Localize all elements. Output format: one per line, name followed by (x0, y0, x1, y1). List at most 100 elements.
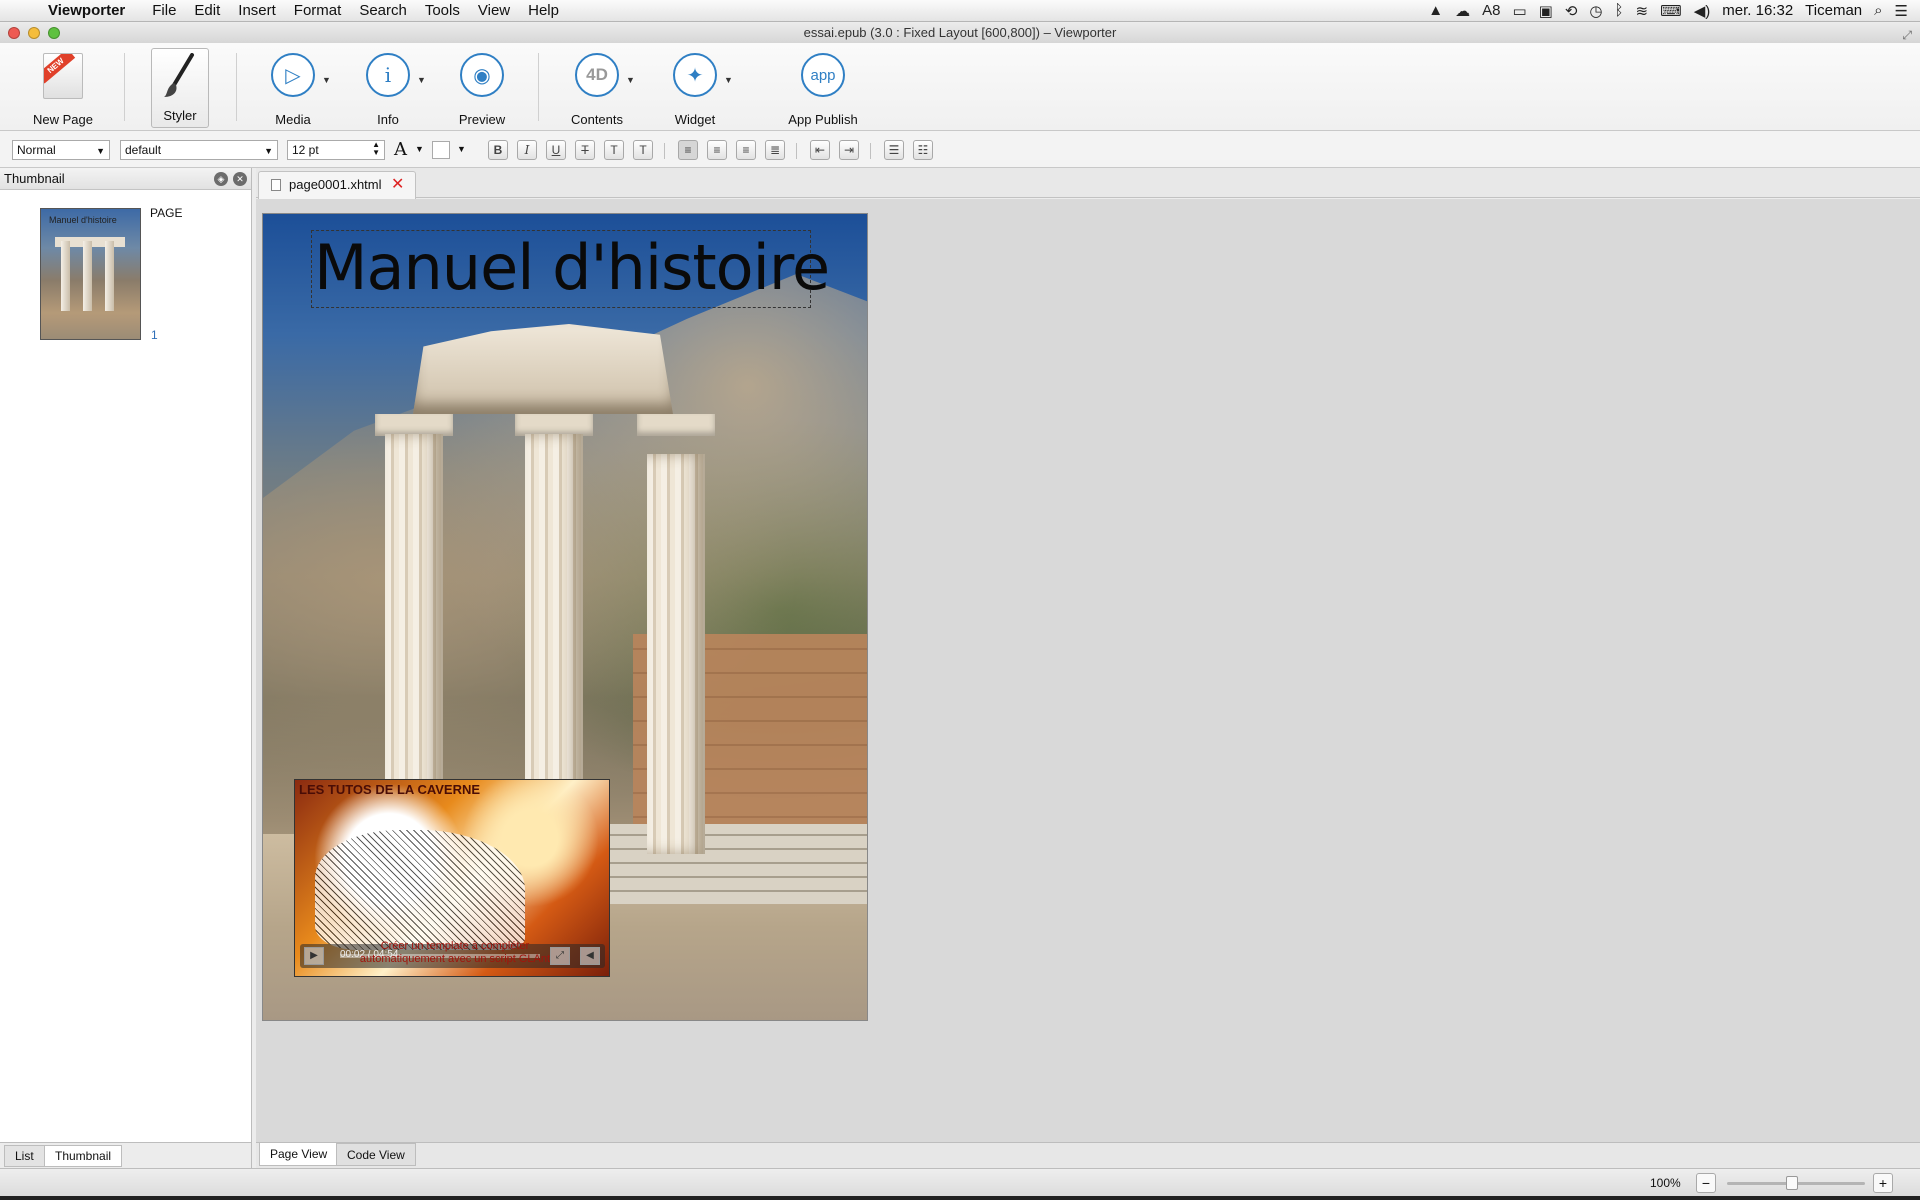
zoom-in-button[interactable]: + (1873, 1173, 1893, 1193)
video-widget[interactable]: LES TUTOS DE LA CAVERNE ▶ 00:02 / 04:54 … (294, 779, 610, 977)
tab-thumbnail[interactable]: Thumbnail (44, 1145, 123, 1167)
widget-button[interactable]: ✦ ▼ Widget (664, 43, 733, 131)
volume-icon[interactable]: ◀) (1694, 2, 1711, 20)
menu-tools[interactable]: Tools (416, 2, 469, 19)
font-color-caret-icon[interactable]: ▼ (415, 144, 424, 154)
styler-button[interactable]: Styler (151, 48, 209, 128)
menu-insert[interactable]: Insert (229, 2, 285, 19)
italic-button[interactable]: I (517, 140, 537, 160)
align-left-button[interactable]: ≡ (678, 140, 698, 160)
background-color-swatch[interactable] (432, 141, 450, 159)
media-button[interactable]: ▷ ▼ Media (262, 43, 331, 131)
sync-icon[interactable]: ⟲ (1565, 2, 1578, 20)
menu-view[interactable]: View (469, 2, 519, 19)
notification-list-icon[interactable]: ☰ (1895, 2, 1908, 20)
adobe-icon[interactable]: A8 (1482, 2, 1500, 19)
video-caption-line: Créer un template à compléter (380, 940, 530, 952)
align-center-button[interactable]: ≡ (707, 140, 727, 160)
menu-format[interactable]: Format (285, 2, 351, 19)
menu-edit[interactable]: Edit (185, 2, 229, 19)
menu-user[interactable]: Ticeman (1805, 2, 1862, 19)
epub-page[interactable]: Manuel d'histoire LES TUTOS DE LA CAVERN… (262, 213, 868, 1021)
zoom-slider-thumb[interactable] (1785, 1176, 1798, 1190)
play-icon: ▷ (271, 53, 315, 97)
window-close-button[interactable] (8, 27, 20, 39)
detach-panel-icon[interactable]: ◈ (214, 172, 228, 186)
window-minimize-button[interactable] (28, 27, 40, 39)
info-dropdown-caret-icon[interactable]: ▼ (417, 75, 426, 85)
underline-button[interactable]: U (546, 140, 566, 160)
app-menu[interactable]: Viewporter (40, 2, 133, 19)
contents-button[interactable]: 4D ▼ Contents (566, 43, 635, 131)
contents-dropdown-caret-icon[interactable]: ▼ (626, 75, 635, 85)
thumbnail-page-number: 1 (151, 328, 158, 342)
new-page-button[interactable]: NEW New Page (22, 43, 104, 131)
superscript-button[interactable]: T (633, 140, 653, 160)
bluetooth-icon[interactable]: ᛒ (1615, 2, 1624, 19)
spotlight-search-icon[interactable]: ⌕ (1874, 2, 1882, 19)
keyboard-icon[interactable]: ⌨ (1660, 2, 1682, 20)
thumbnail-label: PAGE (150, 206, 183, 220)
close-tab-icon[interactable]: ✕ (391, 172, 404, 198)
menu-search[interactable]: Search (350, 2, 416, 19)
zoom-level: 100% (1650, 1176, 1681, 1190)
contents-label: Contents (570, 112, 624, 127)
info-button[interactable]: i ▼ Info (357, 43, 426, 131)
bullet-list-icon: ☰ (888, 143, 900, 157)
app-publish-button[interactable]: app App Publish (782, 43, 864, 131)
font-family-select[interactable]: default ▼ (120, 140, 278, 160)
document-tab[interactable]: page0001.xhtml ✕ (258, 171, 416, 199)
outdent-button[interactable]: ⇤ (810, 140, 830, 160)
preview-button[interactable]: ◉ Preview (451, 43, 513, 131)
format-divider (796, 143, 797, 159)
font-size-stepper[interactable]: 12 pt ▲ ▼ (287, 140, 385, 160)
wifi-icon[interactable]: ≋ (1636, 2, 1649, 20)
numbered-list-button[interactable]: ☷ (913, 140, 933, 160)
new-page-label: New Page (33, 112, 93, 127)
background-color-caret-icon[interactable]: ▼ (457, 144, 466, 154)
menu-help[interactable]: Help (519, 2, 568, 19)
page-thumbnail[interactable]: Manuel d'histoire (40, 208, 141, 340)
time-machine-icon[interactable]: ◷ (1589, 2, 1602, 20)
widget-label: Widget (674, 112, 716, 127)
tab-code-view[interactable]: Code View (336, 1143, 416, 1166)
menu-clock[interactable]: mer. 16:32 (1722, 2, 1793, 19)
media-dropdown-caret-icon[interactable]: ▼ (322, 75, 331, 85)
subscript-button[interactable]: T (604, 140, 624, 160)
window-zoom-button[interactable] (48, 27, 60, 39)
stepper-arrows-icon[interactable]: ▲ ▼ (372, 141, 380, 157)
align-justify-button[interactable]: ≣ (765, 140, 785, 160)
google-drive-icon[interactable]: ▲ (1428, 2, 1443, 19)
status-menus: ▲ ☁ A8 ▭ ▣ ⟲ ◷ ᛒ ≋ ⌨ ◀) mer. 16:32 Ticem… (1428, 2, 1920, 20)
indent-button[interactable]: ⇥ (839, 140, 859, 160)
chevron-down-icon: ▼ (96, 146, 105, 156)
zoom-out-button[interactable]: − (1696, 1173, 1716, 1193)
video-play-button[interactable]: ▶ (304, 947, 324, 965)
font-color-button[interactable]: A (394, 139, 407, 160)
tab-list[interactable]: List (4, 1145, 45, 1167)
video-mute-button[interactable]: ◀ (580, 947, 600, 965)
ruin-entablature (413, 324, 673, 414)
title-text-box[interactable]: Manuel d'histoire (311, 230, 830, 308)
paragraph-style-select[interactable]: Normal ▼ (12, 140, 110, 160)
thumbnail-panel: Thumbnail ◈ ✕ Manuel d'histoire PAGE 1 (0, 168, 252, 1142)
page-canvas: Manuel d'histoire LES TUTOS DE LA CAVERN… (256, 199, 1920, 1142)
widget-dropdown-caret-icon[interactable]: ▼ (724, 75, 733, 85)
close-panel-icon[interactable]: ✕ (233, 172, 247, 186)
contents-4d-icon: 4D (575, 53, 619, 97)
screen-share-icon[interactable]: ▣ (1539, 2, 1553, 20)
format-divider (664, 143, 665, 159)
speaker-icon: ◀ (586, 950, 594, 961)
column-capital (515, 414, 593, 436)
page-title[interactable]: Manuel d'histoire (314, 231, 830, 305)
menu-file[interactable]: File (143, 2, 185, 19)
bold-button[interactable]: B (488, 140, 508, 160)
tab-page-view[interactable]: Page View (259, 1143, 339, 1166)
bullet-list-button[interactable]: ☰ (884, 140, 904, 160)
fullscreen-icon[interactable]: ⤢ (1902, 25, 1912, 45)
airplay-icon[interactable]: ▭ (1512, 2, 1526, 20)
align-right-button[interactable]: ≡ (736, 140, 756, 160)
strikethrough-button[interactable]: T (575, 140, 595, 160)
info-icon: i (366, 53, 410, 97)
cloud-icon[interactable]: ☁ (1455, 2, 1470, 20)
